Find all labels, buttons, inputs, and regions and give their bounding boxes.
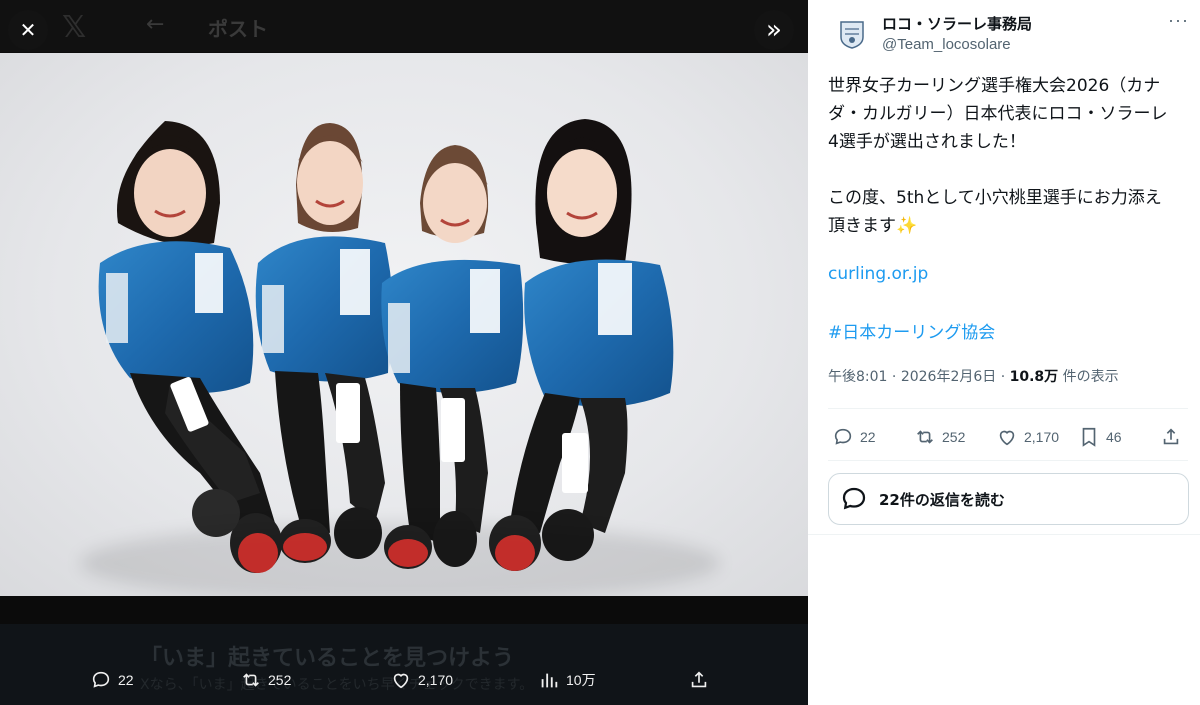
media-viewer: 𝕏 ← ポスト ✕ » 「いま」起きていることを見つけよう Xなら、「いま」起き… xyxy=(0,0,808,705)
tweet-action-bar: 22 252 2,170 46 xyxy=(828,420,1190,454)
team-crest-icon xyxy=(840,21,864,49)
athlete-3 xyxy=(381,145,524,569)
divider xyxy=(808,534,1200,535)
meta-separator: · xyxy=(891,369,897,385)
divider xyxy=(828,408,1188,409)
views-count: 10.8万 xyxy=(1009,369,1059,385)
tweet-paragraph-2-text: 頂きます xyxy=(828,216,896,236)
athlete-2 xyxy=(255,123,394,563)
avatar[interactable] xyxy=(832,14,872,54)
bookmark-button[interactable]: 46 xyxy=(1078,420,1122,454)
more-options-button[interactable]: ··· xyxy=(1168,10,1189,31)
share-upload-icon xyxy=(1163,428,1179,445)
viewer-action-bar: 22 252 2,170 10万 xyxy=(0,664,808,696)
reply-count: 22 xyxy=(860,429,876,445)
repost-arrows-icon xyxy=(917,430,933,444)
read-replies-label: 22件の返信を読む xyxy=(879,490,1005,509)
tweet-paragraph-2-line-2: 頂きます✨ xyxy=(828,212,1188,240)
bookmark-count: 46 xyxy=(1106,429,1122,445)
heart-icon xyxy=(393,673,409,689)
tweet-photo[interactable] xyxy=(0,53,808,596)
floor-shadow xyxy=(80,523,720,596)
viewer-reply-count: 22 xyxy=(118,672,134,688)
read-replies-button[interactable]: 22件の返信を読む xyxy=(828,473,1189,525)
bookmark-icon xyxy=(1082,427,1096,447)
viewer-share-button[interactable] xyxy=(688,664,710,696)
speech-bubble-icon xyxy=(834,428,852,445)
reply-button[interactable]: 22 xyxy=(832,420,876,454)
tweet-detail-panel: ロコ・ソラーレ事務局 @Team_locosolare ··· 世界女子カーリン… xyxy=(808,0,1200,705)
tweet-date[interactable]: 2026年2月6日 xyxy=(901,369,996,385)
views-label: 件の表示 xyxy=(1062,369,1119,385)
repost-arrows-icon xyxy=(243,673,259,687)
tweet-body: 世界女子カーリング選手権大会2026（カナ ダ・カルガリー）日本代表にロコ・ソラ… xyxy=(828,72,1188,240)
divider xyxy=(828,460,1188,461)
double-chevron-right-icon: » xyxy=(766,15,782,45)
more-dots-icon: ··· xyxy=(1168,10,1189,30)
tweet-paragraph-2-line-1: この度、5thとして小穴桃里選手にお力添え xyxy=(828,188,1162,208)
share-upload-icon xyxy=(691,671,707,688)
viewer-views-button[interactable]: 10万 xyxy=(538,664,596,696)
tweet-paragraph-1: 世界女子カーリング選手権大会2026（カナ ダ・カルガリー）日本代表にロコ・ソラ… xyxy=(828,76,1168,152)
like-count: 2,170 xyxy=(1024,429,1060,445)
tweet-hashtag[interactable]: #日本カーリング協会 xyxy=(828,318,995,343)
heart-icon xyxy=(999,430,1015,446)
viewer-like-button[interactable]: 2,170 xyxy=(390,664,453,696)
meta-separator: · xyxy=(1000,369,1006,385)
display-name[interactable]: ロコ・ソラーレ事務局 xyxy=(882,13,1032,34)
tweet-meta: 午後8:01 · 2026年2月6日 · 10.8万 件の表示 xyxy=(828,366,1119,386)
sparkles-emoji-icon: ✨ xyxy=(896,216,918,236)
viewer-repost-count: 252 xyxy=(268,672,292,688)
viewer-reply-button[interactable]: 22 xyxy=(90,664,134,696)
close-icon: ✕ xyxy=(19,18,37,42)
expand-panel-button[interactable]: » xyxy=(754,10,794,50)
repost-button[interactable]: 252 xyxy=(914,420,965,454)
x-logo-icon: 𝕏 xyxy=(62,10,87,45)
background-page-title: ポスト xyxy=(208,17,268,41)
share-button[interactable] xyxy=(1160,420,1182,454)
tweet-time[interactable]: 午後8:01 xyxy=(828,369,887,385)
close-button[interactable]: ✕ xyxy=(8,10,48,50)
back-arrow-icon: ← xyxy=(146,12,165,37)
like-button[interactable]: 2,170 xyxy=(996,420,1059,454)
background-post-header: 𝕏 ← ポスト xyxy=(0,0,808,52)
team-photo-illustration xyxy=(98,119,674,573)
bar-chart-icon xyxy=(541,673,558,688)
speech-bubble-icon xyxy=(842,487,866,510)
viewer-views-count: 10万 xyxy=(566,672,596,688)
viewer-repost-button[interactable]: 252 xyxy=(240,664,291,696)
viewer-like-count: 2,170 xyxy=(418,672,454,688)
user-handle[interactable]: @Team_locosolare xyxy=(882,36,1011,53)
repost-count: 252 xyxy=(942,429,966,445)
athlete-1 xyxy=(98,121,282,573)
speech-bubble-icon xyxy=(92,671,110,688)
tweet-link[interactable]: curling.or.jp xyxy=(828,264,928,284)
